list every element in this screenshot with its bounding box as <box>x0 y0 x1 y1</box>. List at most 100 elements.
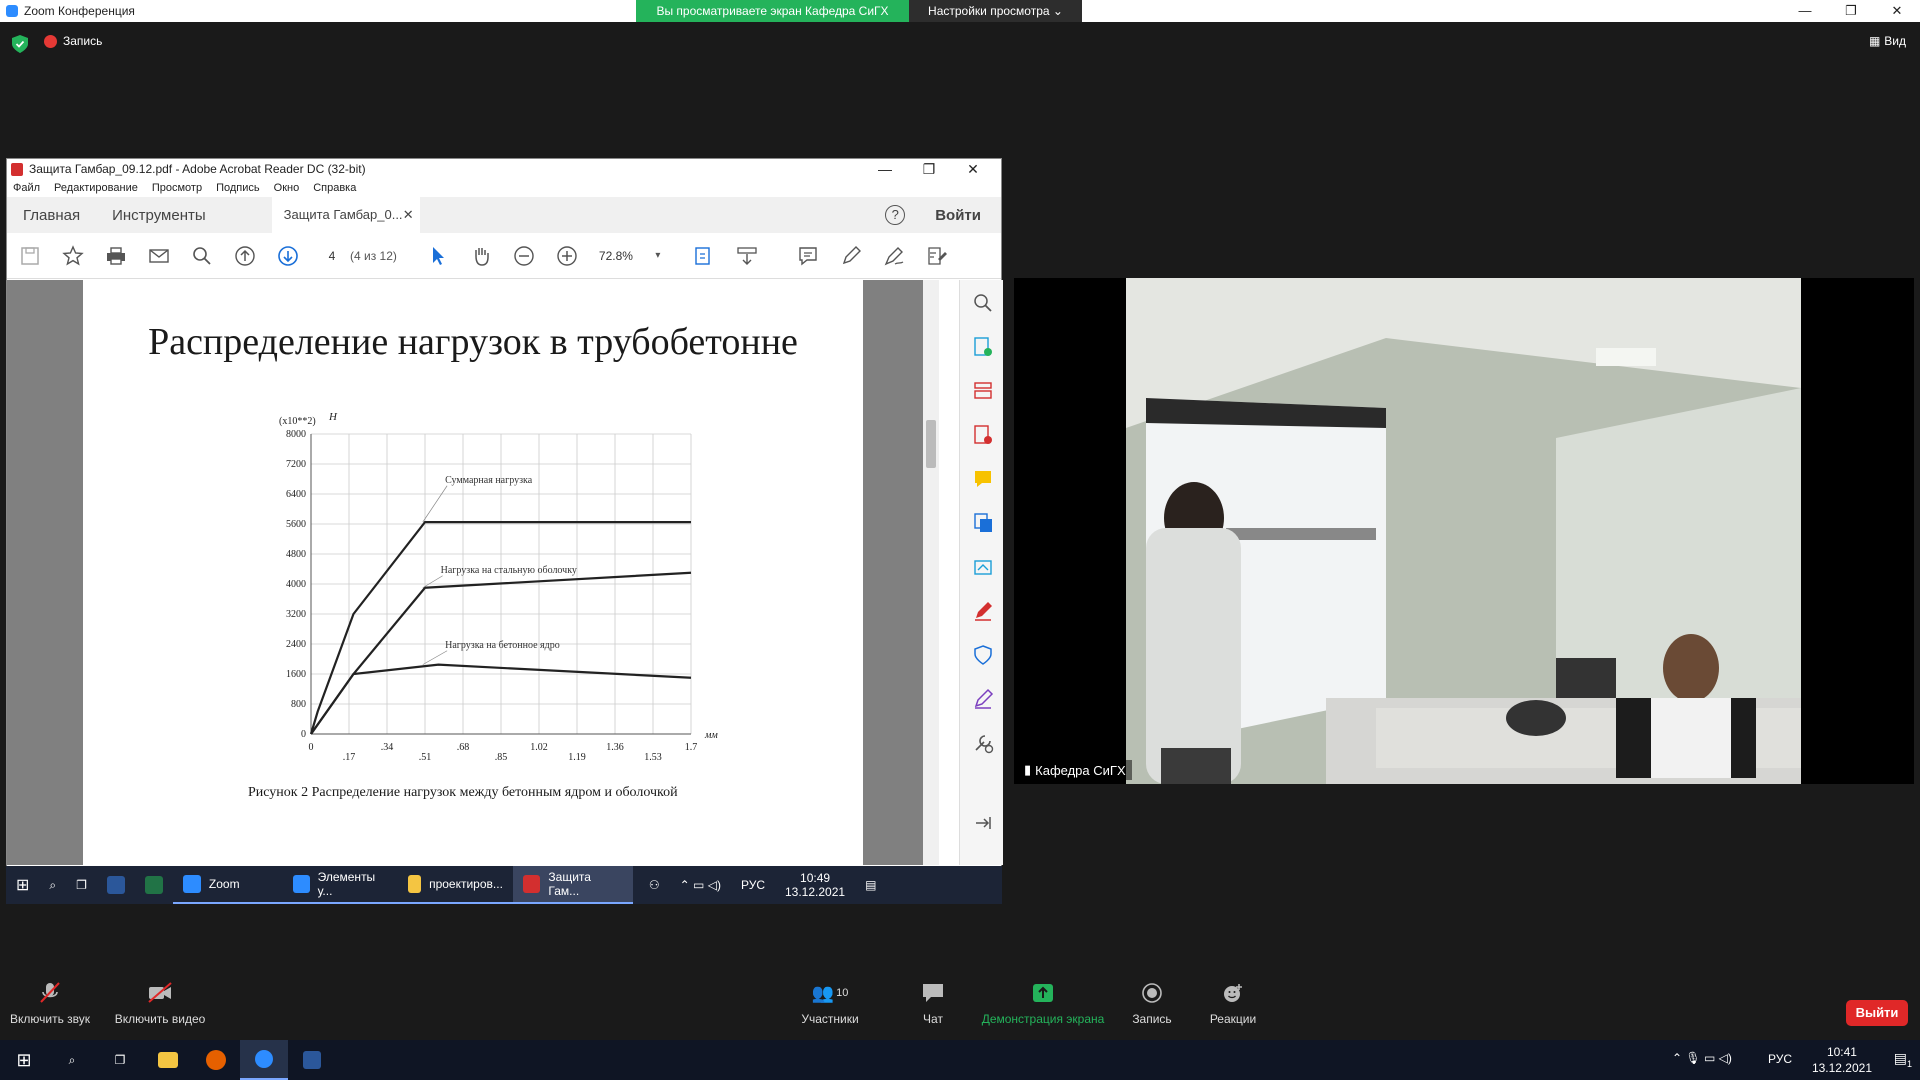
acrobat-restore-button[interactable]: ❐ <box>907 159 951 179</box>
highlight-pen-icon[interactable] <box>840 245 862 267</box>
remote-start-icon[interactable]: ⊞ <box>6 866 39 904</box>
signal-bars-icon: ▮ <box>1024 762 1032 777</box>
export-pdf-icon[interactable] <box>972 336 994 358</box>
select-cursor-icon[interactable] <box>427 245 449 267</box>
share-screen-label: Демонстрация экрана <box>981 1012 1105 1026</box>
view-options-dropdown[interactable]: Настройки просмотра ⌄ <box>909 0 1082 22</box>
fill-sign-icon[interactable] <box>972 600 994 622</box>
request-signature-icon[interactable] <box>972 688 994 710</box>
send-for-review-icon[interactable] <box>972 556 994 578</box>
participants-button[interactable]: 👥 10 Участники <box>780 980 880 1027</box>
start-windows-icon[interactable]: ⊞ <box>0 1040 48 1080</box>
remote-task-acrobat[interactable]: Защита Гам... <box>512 866 633 904</box>
leave-meeting-button[interactable]: Выйти <box>1846 1000 1908 1026</box>
menu-file[interactable]: Файл <box>13 182 40 194</box>
remote-task-view-icon[interactable]: ❐ <box>66 866 97 904</box>
more-tools-icon[interactable] <box>972 732 994 754</box>
minimize-button[interactable]: — <box>1782 0 1828 22</box>
zoom-search-icon[interactable] <box>972 292 994 314</box>
remote-task-zoom-elements[interactable]: Элементы у... <box>282 866 398 904</box>
comment-icon[interactable] <box>797 245 819 267</box>
menu-help[interactable]: Справка <box>313 182 356 194</box>
remote-excel-icon[interactable] <box>135 866 173 904</box>
search-icon[interactable]: ⌕ <box>48 1040 96 1080</box>
zoom-dropdown-chevron-icon[interactable]: ▾ <box>647 245 669 267</box>
remote-task-explorer[interactable]: проектиров... <box>397 866 513 904</box>
remote-task-zoom[interactable]: Zoom <box>172 866 283 904</box>
chat-button[interactable]: Чат <box>883 980 983 1026</box>
print-icon[interactable] <box>105 245 127 267</box>
login-button[interactable]: Войти <box>935 207 981 224</box>
close-button[interactable]: ✕ <box>1874 0 1920 22</box>
remote-people-icon[interactable]: ⚇ <box>639 866 670 904</box>
remote-search-icon[interactable]: ⌕ <box>39 866 66 904</box>
search-icon[interactable] <box>191 245 213 267</box>
draw-icon[interactable] <box>883 245 905 267</box>
help-icon[interactable]: ? <box>885 205 906 225</box>
x-tick-label: 1.7 <box>685 742 698 753</box>
participants-icon: 👥 <box>811 982 835 1003</box>
x-tick-label: 1.02 <box>530 742 548 753</box>
firefox-icon[interactable] <box>192 1040 240 1080</box>
encryption-shield-icon[interactable] <box>12 35 28 53</box>
language-indicator[interactable]: РУС <box>1768 1052 1792 1066</box>
start-video-button[interactable]: Включить видео <box>110 980 210 1026</box>
zoom-in-icon[interactable] <box>556 245 578 267</box>
remote-tray-icons[interactable]: ⌃ ▭ ◁) <box>670 866 731 904</box>
collapse-panel-icon[interactable] <box>972 812 994 834</box>
unmute-button[interactable]: Включить звук <box>0 980 100 1026</box>
remote-notification-icon[interactable]: ▤ <box>855 866 886 904</box>
sign-edit-icon[interactable] <box>926 245 948 267</box>
reactions-button[interactable]: Реакции <box>1183 980 1283 1026</box>
remote-lang[interactable]: РУС <box>731 866 775 904</box>
prev-page-icon[interactable] <box>234 245 256 267</box>
menu-window[interactable]: Окно <box>274 182 300 194</box>
x-tick-label: .68 <box>457 742 470 753</box>
share-screen-button[interactable]: Демонстрация экрана <box>978 980 1108 1026</box>
acrobat-minimize-button[interactable]: — <box>863 159 907 179</box>
recording-indicator[interactable]: Запись <box>44 34 102 48</box>
tab-home[interactable]: Главная <box>7 207 96 224</box>
menu-view[interactable]: Просмотр <box>152 182 202 194</box>
next-page-icon[interactable] <box>277 245 299 267</box>
participant-video-tile[interactable]: ▮ Кафедра СиГХ <box>1014 278 1914 784</box>
system-clock[interactable]: 10:41 13.12.2021 <box>1812 1044 1872 1076</box>
series-label: Нагрузка на бетонное ядро <box>445 640 560 651</box>
y-tick-label: 4000 <box>286 579 306 590</box>
y-axis-label: Н <box>328 412 338 423</box>
hand-tool-icon[interactable] <box>470 245 492 267</box>
protect-shield-icon[interactable] <box>972 644 994 666</box>
view-button[interactable]: ▦ Вид <box>1869 34 1906 48</box>
word-taskbar-icon[interactable] <box>288 1040 336 1080</box>
scrollbar-thumb[interactable] <box>926 420 936 468</box>
document-viewport[interactable]: Распределение нагрузок в трубобетонне 0 8… <box>7 280 927 865</box>
close-tab-icon[interactable]: ✕ <box>403 197 414 233</box>
tab-tools[interactable]: Инструменты <box>96 207 222 224</box>
scroll-mode-icon[interactable] <box>736 245 758 267</box>
zoom-level-select[interactable]: 72.8% <box>599 249 639 263</box>
create-pdf-icon[interactable] <box>972 424 994 446</box>
bookmark-star-icon[interactable] <box>62 244 84 267</box>
tab-document[interactable]: Защита Гамбар_0... ✕ <box>271 197 420 233</box>
save-icon[interactable] <box>19 245 41 267</box>
page-number-input[interactable]: 4 <box>320 249 344 263</box>
restore-button[interactable]: ❐ <box>1828 0 1874 22</box>
organize-pages-icon[interactable] <box>972 380 994 402</box>
email-icon[interactable] <box>148 245 170 267</box>
fit-page-icon[interactable] <box>693 245 715 267</box>
comment-panel-icon[interactable] <box>972 468 994 490</box>
menu-sign[interactable]: Подпись <box>216 182 260 194</box>
video-off-icon <box>148 982 172 1003</box>
combine-files-icon[interactable] <box>972 512 994 534</box>
menu-edit[interactable]: Редактирование <box>54 182 138 194</box>
remote-word-icon[interactable] <box>97 866 135 904</box>
vertical-scrollbar[interactable] <box>923 280 939 865</box>
tray-icons[interactable]: ⌃ 🎙 ▭ ◁) <box>1672 1051 1732 1065</box>
acrobat-close-button[interactable]: ✕ <box>951 159 995 179</box>
notification-center-icon[interactable]: ▤1 <box>1894 1050 1912 1069</box>
zoom-out-icon[interactable] <box>513 245 535 267</box>
zoom-taskbar-icon[interactable] <box>240 1040 288 1080</box>
file-explorer-icon[interactable] <box>144 1040 192 1080</box>
task-view-icon[interactable]: ❐ <box>96 1040 144 1080</box>
remote-clock[interactable]: 10:49 13.12.2021 <box>775 866 855 904</box>
